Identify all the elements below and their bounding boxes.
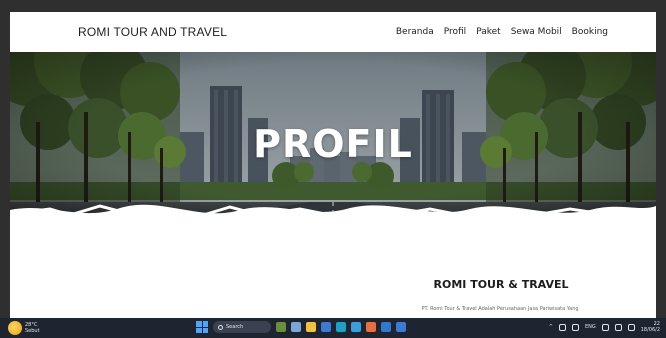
- desktop-screen: ROMI TOUR AND TRAVEL Beranda Profil Pake…: [0, 0, 666, 338]
- taskbar-search[interactable]: Search: [213, 321, 271, 333]
- task-view-icon[interactable]: [291, 322, 301, 332]
- nav-link-sewa-mobil[interactable]: Sewa Mobil: [511, 27, 562, 37]
- windows-taskbar: 28°C Sebut Search ^ ENG 22 18/06/2: [0, 318, 666, 338]
- site-navbar: ROMI TOUR AND TRAVEL Beranda Profil Pake…: [10, 12, 656, 52]
- vscode-icon[interactable]: [381, 322, 391, 332]
- windows-start-icon[interactable]: [196, 321, 208, 333]
- nav-link-booking[interactable]: Booking: [572, 27, 608, 37]
- clock-date: 18/06/2: [640, 327, 660, 333]
- hero-banner: PROFIL: [10, 52, 656, 232]
- nav-link-beranda[interactable]: Beranda: [396, 27, 434, 37]
- edge-icon[interactable]: [336, 322, 346, 332]
- taskbar-search-label: Search: [226, 324, 244, 330]
- battery-icon[interactable]: [627, 323, 635, 331]
- language-indicator[interactable]: ENG: [585, 324, 596, 330]
- file-explorer-icon[interactable]: [306, 322, 316, 332]
- nav-link-paket[interactable]: Paket: [476, 27, 501, 37]
- nav-link-profil[interactable]: Profil: [444, 27, 466, 37]
- hero-title: PROFIL: [253, 122, 413, 166]
- content-subtitle: PT. Romi Tour & Travel Adalah Perusahaan…: [421, 306, 579, 312]
- browser-viewport: ROMI TOUR AND TRAVEL Beranda Profil Pake…: [10, 12, 656, 318]
- site-brand[interactable]: ROMI TOUR AND TRAVEL: [78, 25, 227, 39]
- taskbar-clock[interactable]: 22 18/06/2: [641, 321, 660, 333]
- weather-condition: Sebut: [25, 328, 40, 334]
- store-icon[interactable]: [351, 322, 361, 332]
- widgets-icon[interactable]: [276, 322, 286, 332]
- taskbar-center: Search: [196, 321, 406, 333]
- weather-text: 28°C Sebut: [25, 322, 40, 334]
- app-icon-2[interactable]: [396, 322, 406, 332]
- chrome-icon[interactable]: [321, 322, 331, 332]
- content-title: ROMI TOUR & TRAVEL: [433, 278, 569, 291]
- tray-chevron-icon[interactable]: ^: [549, 324, 553, 330]
- volume-icon[interactable]: [614, 323, 622, 331]
- system-tray: ^ ENG 22 18/06/2: [549, 321, 660, 333]
- weather-sun-icon: [8, 321, 22, 335]
- nav-menu: Beranda Profil Paket Sewa Mobil Booking: [396, 27, 608, 37]
- tray-sound-icon[interactable]: [571, 323, 579, 331]
- tray-app-icon[interactable]: [558, 323, 566, 331]
- wifi-icon[interactable]: [601, 323, 609, 331]
- app-icon[interactable]: [366, 322, 376, 332]
- weather-widget[interactable]: 28°C Sebut: [8, 321, 40, 335]
- search-icon: [218, 324, 223, 330]
